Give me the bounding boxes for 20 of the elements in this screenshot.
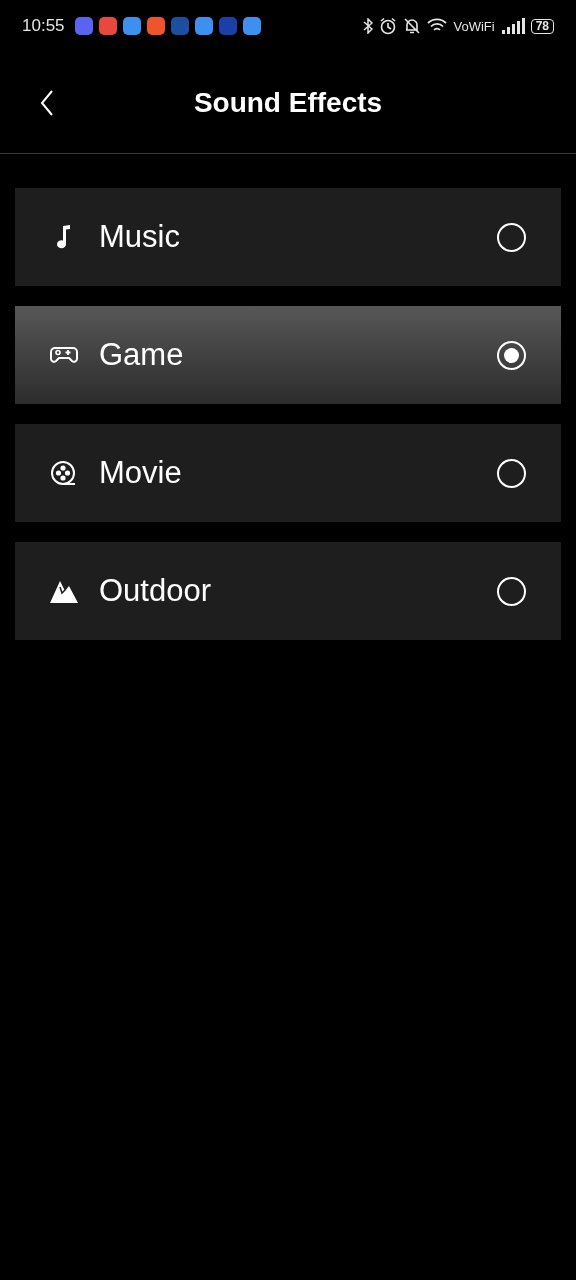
network-label: VoWiFi	[453, 18, 495, 34]
radio-button[interactable]	[497, 222, 526, 252]
sound-effect-option[interactable]: Game	[15, 306, 561, 404]
bluetooth-icon	[363, 18, 374, 34]
radio-button[interactable]	[497, 340, 526, 370]
sound-effect-option[interactable]: Music	[15, 188, 561, 286]
option-label: Music	[99, 219, 181, 255]
battery-level: 78	[530, 18, 554, 34]
clock-time: 10:55	[22, 16, 65, 36]
option-label: Movie	[99, 455, 183, 491]
page-title: Sound Effects	[193, 86, 383, 119]
sound-effect-option[interactable]: Movie	[15, 424, 561, 522]
radio-button[interactable]	[497, 576, 526, 606]
radio-button[interactable]	[497, 458, 526, 488]
alarm-clock-icon	[379, 17, 398, 35]
option-label: Game	[99, 337, 185, 373]
muted-bell-icon	[403, 17, 422, 35]
signal-icon	[500, 18, 525, 34]
sound-effect-option[interactable]: Outdoor	[15, 542, 561, 640]
option-label: Outdoor	[99, 573, 212, 609]
